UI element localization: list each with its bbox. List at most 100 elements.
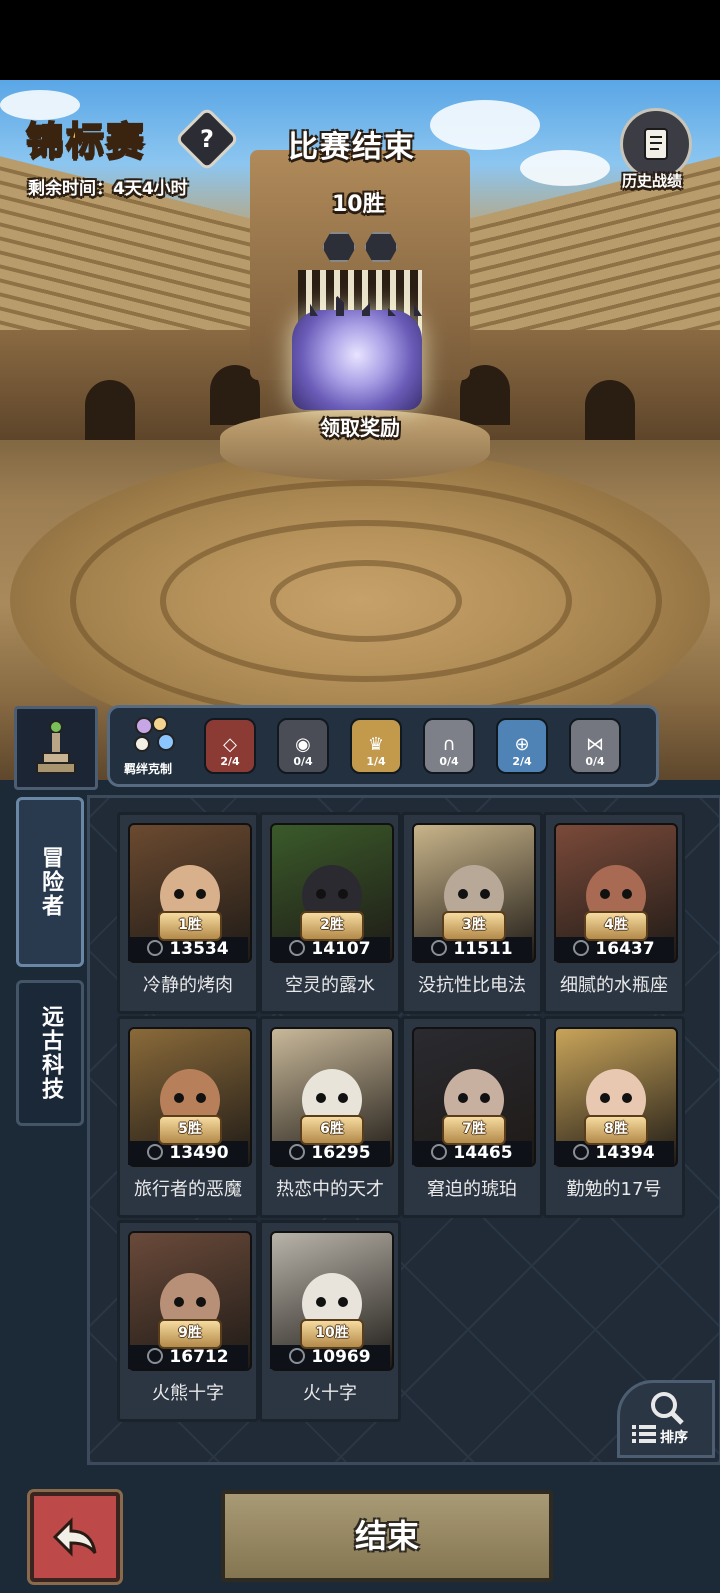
- eye: [196, 1297, 206, 1307]
- target-icon: [147, 940, 164, 956]
- bond-count: 0/4: [293, 755, 313, 768]
- eye-icon: ◉: [295, 734, 311, 755]
- eye: [196, 1093, 206, 1103]
- power-number: 13534: [169, 939, 229, 959]
- diamond-icon: ◇: [223, 734, 237, 755]
- power-number: 14107: [311, 939, 371, 959]
- bond-counter-button[interactable]: 羁绊克制: [120, 714, 190, 776]
- reward-chest[interactable]: [292, 296, 422, 410]
- tab-ancient-tech[interactable]: 远古科技: [16, 980, 84, 1126]
- adventurer-card[interactable]: 13534 1胜 冷静的烤肉: [117, 812, 259, 1014]
- eye: [338, 889, 348, 899]
- win-badge: 8胜: [584, 1115, 648, 1145]
- eye: [174, 889, 184, 899]
- cloud: [430, 100, 540, 150]
- shield-icon: ⊕: [514, 734, 530, 755]
- cloud: [520, 150, 610, 186]
- adventurer-card[interactable]: 10969 10胜 火十字: [259, 1220, 401, 1422]
- adventurer-name: 勤勉的17号: [566, 1179, 662, 1200]
- win-badge: 4胜: [584, 911, 648, 941]
- list-icon: [632, 1425, 656, 1443]
- bond-bar: 羁绊克制 ◇ 2/4 ◉ 0/4 ♛ 1/4 ∩ 0/4 ⊕ 2/4 ⋈ 0/4: [107, 705, 659, 787]
- tab-label: 远古科技: [38, 1005, 63, 1101]
- target-icon: [431, 940, 448, 956]
- bond-count: 1/4: [366, 755, 386, 768]
- tower-icon: [36, 720, 76, 774]
- bond-item[interactable]: ♛ 1/4: [350, 718, 402, 774]
- eye: [600, 889, 610, 899]
- win-count: 10胜: [332, 192, 385, 217]
- power-number: 16295: [311, 1143, 371, 1163]
- target-icon: [289, 1144, 306, 1160]
- win-badge: 1胜: [158, 911, 222, 941]
- help-icon: ?: [200, 125, 214, 153]
- target-icon: [147, 1348, 164, 1364]
- wall-arch: [585, 380, 635, 440]
- match-status: 比赛结束: [288, 130, 416, 165]
- time-remaining: 剩余时间：4天4小时: [28, 179, 188, 199]
- eye: [316, 889, 326, 899]
- adventurer-card[interactable]: 13490 5胜 旅行者的恶魔: [117, 1016, 259, 1218]
- eye: [316, 1297, 326, 1307]
- adventurer-card[interactable]: 14465 7胜 窘迫的琥珀: [401, 1016, 543, 1218]
- floor-ring: [270, 560, 462, 642]
- bond-item[interactable]: ⋈ 0/4: [569, 718, 621, 774]
- target-icon: [573, 1144, 590, 1160]
- bond-count: 2/4: [220, 755, 240, 768]
- eye: [600, 1093, 610, 1103]
- power-number: 11511: [453, 939, 513, 959]
- power-number: 16712: [169, 1347, 229, 1367]
- bond-item[interactable]: ∩ 0/4: [423, 718, 475, 774]
- eye: [480, 1093, 490, 1103]
- arch-icon: ∩: [442, 734, 456, 755]
- crown-icon: ♛: [367, 734, 385, 755]
- adventurer-name: 窘迫的琥珀: [427, 1179, 517, 1200]
- power-number: 13490: [169, 1143, 229, 1163]
- figure-icon: ⋈: [586, 734, 604, 755]
- target-icon: [431, 1144, 448, 1160]
- adventurer-card[interactable]: 16712 9胜 火熊十字: [117, 1220, 259, 1422]
- bond-label: 羁绊克制: [124, 762, 173, 776]
- status-bar: [0, 0, 720, 80]
- target-icon: [289, 940, 306, 956]
- tab-adventurers[interactable]: 冒险者: [16, 797, 84, 967]
- adventurer-card[interactable]: 16295 6胜 热恋中的天才: [259, 1016, 401, 1218]
- eye: [458, 889, 468, 899]
- eye: [338, 1297, 348, 1307]
- end-button[interactable]: 结束: [221, 1490, 553, 1582]
- adventurer-name: 火十字: [303, 1383, 357, 1404]
- adventurer-name: 空灵的露水: [285, 975, 375, 996]
- history-label[interactable]: 历史战绩: [622, 170, 682, 191]
- adventurer-card[interactable]: 11511 3胜 没抗性比电法: [401, 812, 543, 1014]
- tower-button[interactable]: [14, 706, 98, 790]
- eye: [196, 889, 206, 899]
- scroll-icon: [644, 128, 668, 160]
- bond-count: 2/4: [512, 755, 532, 768]
- bond-item[interactable]: ◇ 2/4: [204, 718, 256, 774]
- bond-count: 0/4: [439, 755, 459, 768]
- adventurer-card[interactable]: 14394 8胜 勤勉的17号: [543, 1016, 685, 1218]
- adventurer-name: 火熊十字: [152, 1383, 224, 1404]
- back-button[interactable]: [30, 1492, 120, 1582]
- adventurer-card[interactable]: 14107 2胜 空灵的露水: [259, 812, 401, 1014]
- win-badge: 3胜: [442, 911, 506, 941]
- adventurer-name: 旅行者的恶魔: [134, 1179, 242, 1200]
- back-arrow-icon: [52, 1517, 97, 1557]
- adventurer-name: 细腻的水瓶座: [560, 975, 668, 996]
- bond-item[interactable]: ⊕ 2/4: [496, 718, 548, 774]
- eye: [338, 1093, 348, 1103]
- target-icon: [147, 1144, 164, 1160]
- adventurer-name: 冷静的烤肉: [143, 975, 233, 996]
- win-badge: 5胜: [158, 1115, 222, 1145]
- bond-item[interactable]: ◉ 0/4: [277, 718, 329, 774]
- eye: [458, 1093, 468, 1103]
- win-badge: 2胜: [300, 911, 364, 941]
- wall-arch: [85, 380, 135, 440]
- win-badge: 6胜: [300, 1115, 364, 1145]
- adventurer-card[interactable]: 16437 4胜 细腻的水瓶座: [543, 812, 685, 1014]
- claim-reward-label[interactable]: 领取奖励: [320, 412, 400, 441]
- win-badge: 9胜: [158, 1319, 222, 1349]
- power-number: 10969: [311, 1347, 371, 1367]
- sort-button[interactable]: 排序: [617, 1380, 715, 1458]
- power-number: 14465: [453, 1143, 513, 1163]
